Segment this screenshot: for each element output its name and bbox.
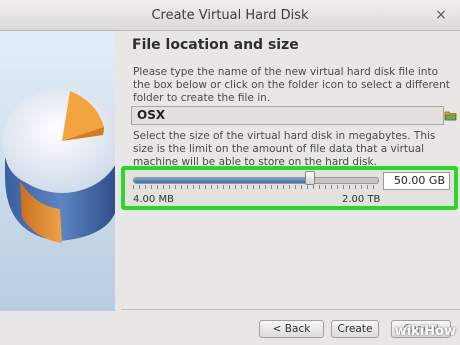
location-description: Please type the name of the new virtual … xyxy=(133,66,450,104)
folder-icon[interactable] xyxy=(444,107,457,121)
wizard-disk-illustration xyxy=(0,31,115,311)
close-icon[interactable]: × xyxy=(432,6,450,24)
slider-thumb[interactable] xyxy=(304,171,315,185)
title-bar: Create Virtual Hard Disk × xyxy=(0,0,460,31)
size-description: Select the size of the virtual hard disk… xyxy=(133,130,436,168)
size-slider[interactable] xyxy=(133,177,379,184)
watermark-prefix: wiki xyxy=(394,324,425,339)
file-name-field[interactable]: OSX xyxy=(131,106,444,125)
watermark-suffix: How xyxy=(424,324,456,339)
button-separator xyxy=(121,309,460,310)
slider-fill xyxy=(134,178,310,183)
page-heading: File location and size xyxy=(132,37,299,53)
slider-max-label: 2.00 TB xyxy=(342,194,381,205)
window-title: Create Virtual Hard Disk xyxy=(151,7,309,23)
size-input[interactable]: 50.00 GB xyxy=(383,172,450,190)
create-button[interactable]: Create xyxy=(331,320,379,338)
slider-min-label: 4.00 MB xyxy=(133,194,174,205)
wikihow-watermark: wikiHow xyxy=(395,324,456,339)
back-button[interactable]: < Back xyxy=(259,320,324,338)
slider-ticks xyxy=(133,185,377,189)
